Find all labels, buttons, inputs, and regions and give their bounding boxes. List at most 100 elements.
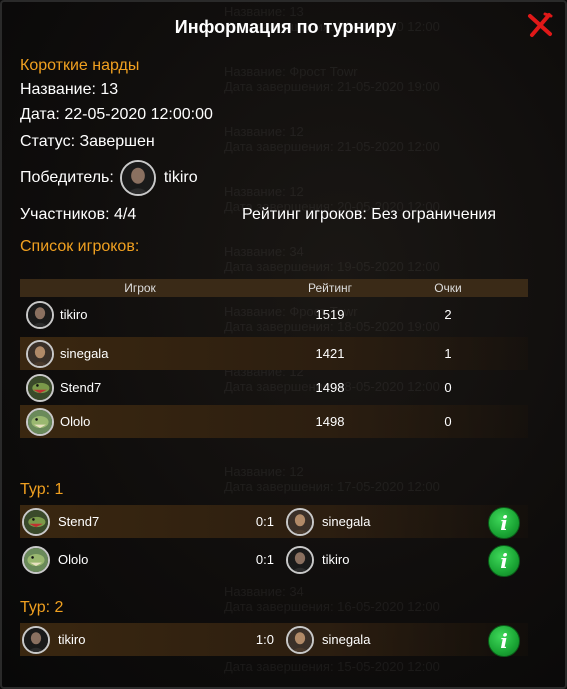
dinosaur-avatar-icon — [28, 375, 52, 400]
table-row[interactable]: sinegala 1421 1 — [20, 337, 528, 370]
player-name[interactable]: sinegala — [60, 346, 108, 361]
background-row: Название: 12 Дата завершения: 21-05-2020 … — [224, 124, 524, 154]
player-name[interactable]: Ololo — [60, 414, 90, 429]
dinosaur-avatar-icon — [24, 547, 48, 572]
rating-limit: Рейтинг игроков: Без ограничения — [242, 206, 497, 223]
player-avatar[interactable] — [22, 625, 50, 654]
player-name[interactable]: tikiro — [58, 632, 85, 647]
background-row-date: Дата завершения: 21-05-2020 12:00 — [224, 139, 440, 154]
column-header-points: Очки — [434, 281, 462, 295]
table-row[interactable]: Ololo 1498 0 — [20, 405, 528, 438]
tournament-status: Статус: Завершен — [20, 133, 155, 150]
background-row-date: Дата завершения: 17-05-2020 12:00 — [224, 479, 440, 494]
match-row: Ololo 0:1 tikiro i — [20, 543, 528, 577]
background-row-name: Название: Фрост Тоwr — [224, 64, 358, 79]
match-score: 0:1 — [255, 552, 274, 567]
player-name[interactable]: Stend7 — [60, 380, 101, 395]
tournament-name: Название: 13 — [20, 81, 119, 98]
player-rating: 1421 — [315, 346, 345, 361]
background-row: Название: 34 Дата завершения: 16-05-2020 … — [224, 584, 524, 614]
winner-avatar[interactable] — [119, 160, 156, 196]
dinosaur-avatar-icon — [24, 509, 48, 534]
round-2-heading: Тур: 2 — [20, 599, 64, 616]
player-name[interactable]: Stend7 — [58, 514, 99, 529]
man-avatar-icon — [28, 341, 52, 366]
player-cell: Stend7 — [20, 373, 260, 402]
player-avatar[interactable] — [286, 625, 314, 654]
player-name[interactable]: tikiro — [60, 307, 87, 322]
player-points: 0 — [444, 380, 452, 395]
winner-label: Победитель: — [20, 169, 114, 186]
player-rating: 1498 — [315, 414, 345, 429]
background-row-name: Название: 12 — [224, 124, 304, 139]
background-row: Название: 12 Дата завершения: 17-05-2020 … — [224, 464, 524, 494]
players-table: Игрок Рейтинг Очки tikiro 1519 2 sinegal… — [20, 279, 528, 438]
match-score: 1:0 — [255, 632, 274, 647]
player-name[interactable]: Ololo — [58, 552, 88, 567]
player-avatar[interactable] — [22, 507, 50, 536]
man-avatar-icon — [288, 627, 312, 652]
tournament-date: Дата: 22-05-2020 12:00:00 — [20, 106, 213, 123]
winner-row: Победитель: tikiro — [20, 160, 198, 196]
winner-name[interactable]: tikiro — [164, 169, 198, 187]
background-row-name: Название: 34 — [224, 244, 304, 259]
match-player-2: sinegala — [284, 507, 484, 536]
match-info-button[interactable]: i — [488, 507, 520, 539]
table-row[interactable]: tikiro 1519 2 — [20, 298, 528, 331]
table-row[interactable]: Stend7 1498 0 — [20, 371, 528, 404]
background-row-date: Дата завершения: 19-05-2020 12:00 — [224, 259, 440, 274]
man-avatar-icon — [288, 509, 312, 534]
player-name[interactable]: sinegala — [322, 514, 370, 529]
background-row-name: Название: 34 — [224, 584, 304, 599]
player-name[interactable]: tikiro — [322, 552, 349, 567]
match-row: Stend7 0:1 sinegala i — [20, 505, 528, 539]
match-player-1: Stend7 — [20, 507, 232, 536]
player-avatar[interactable] — [26, 300, 54, 329]
player-cell: Ololo — [20, 407, 260, 436]
background-row: Название: Фрост Тоwr Дата завершения: 21-… — [224, 64, 524, 94]
match-player-1: Ololo — [20, 545, 232, 574]
background-row-name: Название: 12 — [224, 184, 304, 199]
round-1-heading: Тур: 1 — [20, 481, 64, 498]
match-info-button[interactable]: i — [488, 545, 520, 577]
player-points: 0 — [444, 414, 452, 429]
player-points: 1 — [444, 346, 452, 361]
player-cell: tikiro — [20, 300, 260, 329]
player-avatar[interactable] — [26, 373, 54, 402]
dialog-title: Информация по турниру — [174, 17, 397, 37]
player-avatar[interactable] — [26, 407, 54, 436]
match-score: 0:1 — [255, 514, 274, 529]
man-avatar-icon — [24, 627, 48, 652]
close-icon — [528, 12, 553, 37]
man-avatar-icon — [28, 302, 52, 327]
close-button[interactable] — [527, 12, 553, 38]
match-info-button[interactable]: i — [488, 625, 520, 657]
player-avatar[interactable] — [286, 507, 314, 536]
man-avatar-icon — [288, 547, 312, 572]
match-player-1: tikiro — [20, 625, 232, 654]
player-avatar[interactable] — [22, 545, 50, 574]
tournament-type: Короткие нарды — [20, 57, 140, 74]
background-row: Название: 34 Дата завершения: 19-05-2020 … — [224, 244, 524, 274]
player-rating: 1519 — [315, 307, 345, 322]
participants-count: Участников: 4/4 — [20, 206, 137, 223]
players-list-heading: Список игроков: — [20, 238, 140, 255]
dinosaur-avatar-icon — [28, 409, 52, 434]
background-row-date: Дата завершения: 16-05-2020 12:00 — [224, 599, 440, 614]
match-player-2: sinegala — [284, 625, 484, 654]
players-table-header: Игрок Рейтинг Очки — [20, 279, 528, 297]
player-name[interactable]: sinegala — [322, 632, 370, 647]
background-row-date: Дата завершения: 21-05-2020 19:00 — [224, 79, 440, 94]
match-player-2: tikiro — [284, 545, 484, 574]
player-rating: 1498 — [315, 380, 345, 395]
player-avatar[interactable] — [26, 339, 54, 368]
column-header-rating: Рейтинг — [307, 281, 353, 295]
background-row-date: Дата завершения: 15-05-2020 12:00 — [224, 659, 440, 674]
player-points: 2 — [444, 307, 452, 322]
match-row: tikiro 1:0 sinegala i — [20, 623, 528, 657]
man-avatar-icon — [121, 162, 154, 194]
player-cell: sinegala — [20, 339, 260, 368]
background-row-name: Название: 12 — [224, 464, 304, 479]
tournament-info-dialog: Название: 13 Дата завершения: 22-05-2020 … — [0, 0, 567, 689]
player-avatar[interactable] — [286, 545, 314, 574]
